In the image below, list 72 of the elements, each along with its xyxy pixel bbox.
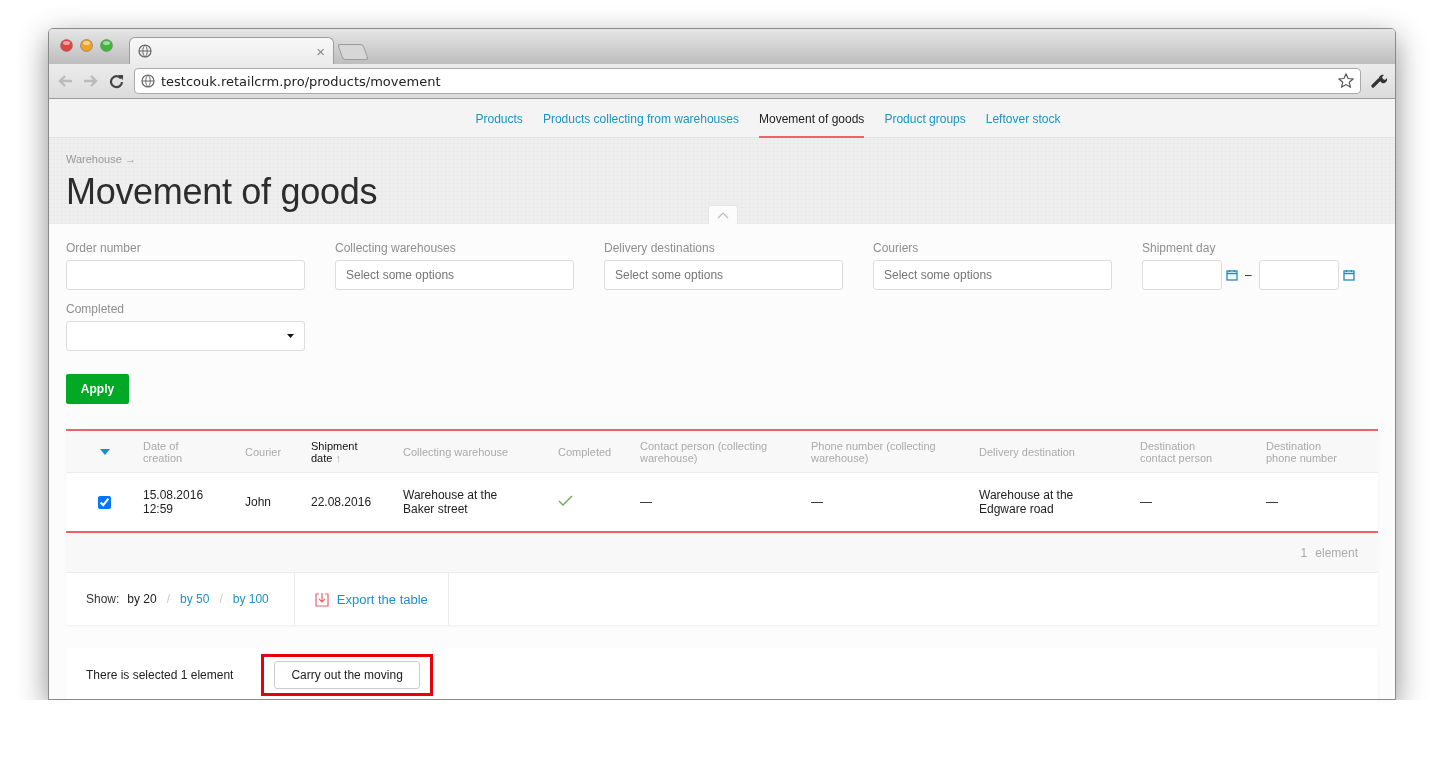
minimize-button[interactable]	[80, 39, 93, 52]
page-size-link[interactable]: by 20	[127, 592, 157, 606]
table-cell-text: 22.08.2016	[311, 495, 373, 509]
input-field[interactable]	[66, 260, 305, 290]
column-header[interactable]: Destination phone number	[1266, 439, 1379, 464]
breadcrumb[interactable]: Warehouse →	[66, 153, 1378, 165]
globe-icon	[141, 74, 155, 88]
star-icon[interactable]	[1338, 73, 1354, 89]
date-field[interactable]	[1258, 260, 1339, 290]
date-field[interactable]	[1142, 260, 1222, 290]
back-icon[interactable]	[57, 74, 73, 88]
forward-icon[interactable]	[83, 74, 99, 88]
tab-close-button[interactable]: ×	[316, 43, 325, 59]
column-header[interactable]: Collecting warehouse	[403, 445, 558, 458]
element-count: 1	[1300, 545, 1308, 560]
close-button[interactable]	[60, 39, 73, 52]
field-label: Completed	[66, 302, 126, 316]
export-link[interactable]: Export the table	[294, 573, 449, 625]
page-title: Movement of goods	[66, 171, 379, 213]
multiselect-field[interactable]: Select some options	[873, 260, 1112, 290]
show-label: Show:	[86, 592, 120, 606]
element-count-label: element	[1315, 545, 1358, 560]
page-size-link[interactable]: by 100	[232, 592, 269, 606]
table-cell-text: —	[811, 495, 824, 509]
field-label: Collecting warehouses	[335, 241, 457, 255]
table-cell-text: 15.08.2016 12:59	[143, 488, 205, 516]
nav-tab[interactable]: Product groups	[884, 99, 966, 138]
column-header[interactable]: Completed	[558, 445, 640, 458]
separator: /	[166, 592, 171, 606]
sort-menu-icon[interactable]	[99, 448, 110, 455]
row-checkbox[interactable]	[98, 495, 111, 509]
table-cell-text: —	[1266, 495, 1279, 509]
column-header[interactable]: Contact person (collecting warehouse)	[640, 439, 811, 464]
page-size-link[interactable]: by 50	[180, 592, 210, 606]
column-header[interactable]: Courier	[245, 445, 311, 458]
calendar-icon[interactable]	[1226, 269, 1238, 281]
select-field[interactable]	[66, 321, 305, 351]
table-cell-text: John	[245, 495, 273, 509]
calendar-icon[interactable]	[1342, 269, 1355, 281]
caret-icon	[287, 334, 294, 338]
nav-tab[interactable]: Products collecting from warehouses	[542, 99, 739, 138]
range-dash: –	[1245, 268, 1252, 282]
globe-icon	[138, 44, 152, 58]
field-label: Shipment day	[1142, 241, 1217, 255]
zoom-button[interactable]	[100, 39, 113, 52]
new-tab-button[interactable]	[337, 44, 369, 60]
column-header[interactable]: Delivery destination	[979, 445, 1140, 458]
collapse-button[interactable]	[708, 205, 738, 224]
download-icon	[314, 591, 329, 607]
nav-tab[interactable]: Products	[475, 99, 523, 138]
field-label: Couriers	[873, 241, 920, 255]
field-label: Delivery destinations	[604, 241, 716, 255]
address-bar[interactable]: testcouk.retailcrm.pro/products/movement	[134, 68, 1361, 94]
apply-button[interactable]: Apply	[66, 374, 129, 404]
table-cell-text: —	[1140, 495, 1153, 509]
nav-tab[interactable]: Leftover stock	[985, 99, 1061, 138]
move-button[interactable]: Carry out the moving	[274, 661, 420, 689]
column-header[interactable]: Destination contact person	[1140, 439, 1266, 464]
table-cell-text: Warehouse at the Baker street	[403, 488, 499, 516]
separator: /	[219, 592, 223, 606]
chevron-up-icon	[717, 211, 729, 219]
column-header[interactable]: Phone number (collecting warehouse)	[811, 439, 979, 464]
column-header[interactable]: Date of creation	[143, 439, 245, 464]
wrench-icon[interactable]	[1371, 73, 1387, 89]
table-cell-text: —	[640, 495, 653, 509]
field-label: Order number	[66, 241, 142, 255]
multiselect-field[interactable]: Select some options	[604, 260, 843, 290]
table-cell-text: Warehouse at the Edgware road	[979, 488, 1075, 516]
selection-status: There is selected 1 element	[86, 668, 234, 682]
multiselect-field[interactable]: Select some options	[335, 260, 574, 290]
column-header[interactable]: Shipment date ↑	[311, 439, 403, 464]
reload-icon[interactable]	[109, 73, 124, 89]
